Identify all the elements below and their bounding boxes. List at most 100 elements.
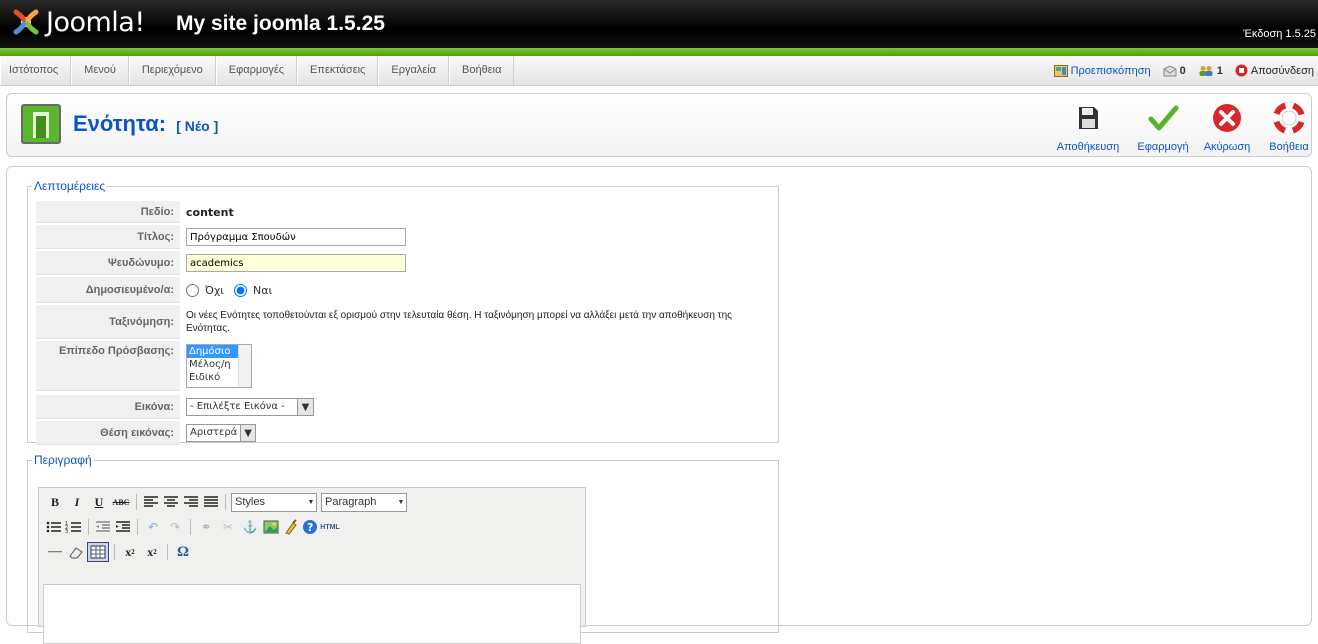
editor-toolbar-row-1: B I U ABC Styles ▼ Paragraph ▼ (45, 491, 407, 513)
messages-count[interactable]: 0 (1180, 65, 1186, 77)
scope-row: Πεδίο: content (36, 201, 776, 223)
image-select[interactable]: - Επιλέξτε Εικόνα - ▼ (186, 398, 314, 416)
content-box: Λεπτομέρειες Πεδίο: content Τίτλος: Ψευδ… (6, 166, 1312, 644)
logout-icon (1235, 64, 1248, 77)
image-position-label: Θέση εικόνας: (36, 421, 180, 445)
lifebuoy-icon (1273, 102, 1305, 134)
indent-icon[interactable] (114, 520, 132, 534)
section-icon (21, 104, 61, 144)
image-row: Εικόνα: - Επιλέξτε Εικόνα - ▼ (36, 395, 776, 419)
separator (88, 519, 89, 535)
alias-input[interactable] (186, 254, 406, 272)
joomla-logo[interactable]: Joomla! (10, 6, 145, 38)
access-scrollbar[interactable] (238, 345, 251, 387)
details-legend: Λεπτομέρειες (34, 179, 106, 193)
horizontal-rule-icon[interactable]: — (45, 542, 65, 562)
apply-button[interactable]: Εφαρμογή (1135, 102, 1191, 153)
scope-value: content (186, 205, 234, 219)
outdent-icon[interactable] (94, 520, 112, 534)
logo-text: Joomla! (46, 6, 145, 38)
cancel-button[interactable]: Ακύρωση (1201, 102, 1253, 153)
menu-item-extensions[interactable]: Επεκτάσεις (297, 56, 379, 85)
access-listbox[interactable]: Δημόσιο Μέλος/η Ειδικό (186, 344, 252, 388)
menu-item-content[interactable]: Περιεχόμενο (128, 56, 216, 85)
link-icon[interactable]: ⚭ (196, 517, 216, 537)
superscript-icon[interactable]: x2 (142, 542, 162, 562)
format-select[interactable]: Paragraph ▼ (321, 492, 407, 512)
published-no-radio[interactable] (186, 283, 199, 297)
details-fieldset: Λεπτομέρειες Πεδίο: content Τίτλος: Ψευδ… (27, 179, 779, 445)
published-label: Δημοσιευμένο/α: (36, 277, 180, 303)
menu-item-components[interactable]: Εφαρμογές (215, 56, 298, 85)
menu-item-menus[interactable]: Μενού (71, 56, 129, 85)
site-name: My site joomla 1.5.25 (176, 12, 385, 35)
align-right-icon[interactable] (182, 495, 200, 509)
alias-label: Ψευδώνυμο: (36, 251, 180, 275)
chevron-down-icon: ▼ (240, 425, 255, 441)
redo-icon[interactable]: ↷ (165, 517, 185, 537)
version-text: Έκδοση 1.5.25 (1243, 28, 1316, 40)
numbered-list-icon[interactable]: 123 (65, 520, 83, 534)
image-icon[interactable] (262, 519, 280, 535)
svg-text:?: ? (307, 521, 313, 534)
ordering-row: Ταξινόμηση: Οι νέες Ενότητες τοποθετούντ… (36, 305, 776, 339)
users-icon (1199, 65, 1213, 76)
users-count[interactable]: 1 (1217, 65, 1223, 77)
unlink-icon[interactable]: ✂ (218, 517, 238, 537)
published-yes-label: Ναι (253, 283, 273, 297)
published-yes-radio[interactable] (234, 283, 248, 297)
html-source-button[interactable]: HTML (320, 517, 340, 537)
bullet-list-icon[interactable] (45, 520, 63, 534)
cleanup-icon[interactable] (282, 519, 300, 535)
status-area: Προεπισκόπηση 0 1 Αποσύνδεση (1053, 56, 1314, 85)
special-character-icon[interactable]: Ω (173, 542, 193, 562)
image-label: Εικόνα: (36, 395, 180, 419)
image-position-value: Αριστερά (190, 427, 238, 438)
alias-row: Ψευδώνυμο: (36, 251, 776, 275)
menu-item-help[interactable]: Βοήθεια (449, 56, 515, 85)
strikethrough-icon[interactable]: ABC (111, 492, 131, 512)
image-select-value: - Επιλέξτε Εικόνα - (190, 401, 285, 412)
title-row: Τίτλος: (36, 225, 776, 249)
cancel-icon (1213, 104, 1241, 132)
save-button[interactable]: Αποθήκευση (1055, 102, 1121, 153)
preview-link[interactable]: Προεπισκόπηση (1071, 65, 1151, 77)
underline-icon[interactable]: U (89, 492, 109, 512)
eraser-icon[interactable] (67, 545, 85, 559)
undo-icon[interactable]: ↶ (143, 517, 163, 537)
separator (167, 544, 168, 560)
anchor-icon[interactable]: ⚓ (240, 517, 260, 537)
align-justify-icon[interactable] (202, 495, 220, 509)
editor-text-area[interactable] (43, 584, 581, 644)
ordering-text: Οι νέες Ενότητες τοποθετούνται εξ ορισμο… (186, 310, 732, 334)
svg-text:3: 3 (65, 529, 68, 534)
scope-label: Πεδίο: (36, 201, 180, 223)
title-input[interactable] (186, 228, 406, 246)
description-fieldset: Περιγραφή B I U ABC Styles ▼ Paragraph ▼… (27, 453, 779, 644)
menu-item-tools[interactable]: Εργαλεία (378, 56, 450, 85)
menu-item-site[interactable]: Ιστότοπος (0, 56, 72, 85)
help-icon[interactable]: ? (302, 519, 318, 535)
wysiwyg-editor: B I U ABC Styles ▼ Paragraph ▼ 1 2 3 ↶ ↷… (38, 487, 586, 644)
subscript-icon[interactable]: x2 (120, 542, 140, 562)
floppy-disk-icon (1079, 107, 1098, 129)
image-position-select[interactable]: Αριστερά ▼ (186, 424, 256, 442)
page-title-text: Ενότητα: (73, 111, 167, 136)
italic-icon[interactable]: I (67, 492, 87, 512)
published-row: Δημοσιευμένο/α: Όχι Ναι (36, 277, 776, 303)
separator (137, 519, 138, 535)
help-button[interactable]: Βοήθεια (1267, 102, 1311, 153)
visual-aid-icon[interactable] (87, 542, 109, 562)
description-legend: Περιγραφή (34, 453, 92, 467)
joomla-logo-icon (13, 9, 39, 35)
image-position-row: Θέση εικόνας: Αριστερά ▼ (36, 421, 776, 445)
logout-link[interactable]: Αποσύνδεση (1251, 65, 1314, 77)
header-green-bar (0, 48, 1318, 56)
align-left-icon[interactable] (142, 495, 160, 509)
access-row: Επίπεδο Πρόσβασης: Δημόσιο Μέλος/η Ειδικ… (36, 341, 776, 391)
align-center-icon[interactable] (162, 495, 180, 509)
styles-select[interactable]: Styles ▼ (231, 492, 317, 512)
separator (136, 494, 137, 510)
bold-icon[interactable]: B (45, 492, 65, 512)
title-label: Τίτλος: (36, 225, 180, 249)
